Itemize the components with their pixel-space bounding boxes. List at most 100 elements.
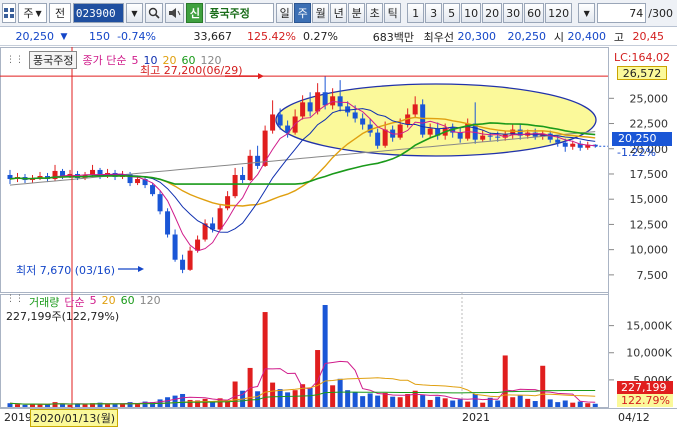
volume-ma-120[interactable]: 120 (140, 294, 161, 310)
turnover-rate: 0.27% (303, 30, 338, 43)
interval-3[interactable]: 3 (425, 3, 443, 23)
volume-bar (472, 393, 478, 407)
low-annotation: 최저 7,670 (03/16) (16, 264, 116, 277)
period-tab-label: 년 (333, 7, 344, 20)
period-tab-label: 분 (351, 7, 362, 20)
last-price-box: 20,250 (612, 132, 672, 146)
volume-last-box: 227,199 (617, 381, 673, 394)
volume-bar (307, 388, 313, 407)
interval-10[interactable]: 10 (461, 3, 482, 23)
last-change-label: -1.22% (617, 146, 656, 159)
volume-bar (480, 402, 486, 407)
volume-bar (562, 400, 568, 407)
volume-bar (465, 401, 471, 407)
high-price: 20,45 (632, 30, 665, 43)
volume-bar (120, 404, 126, 407)
stock-chart[interactable]: 25,00022,50020,00017,50015,00012,50010,0… (0, 47, 677, 426)
volume-bar (435, 396, 441, 407)
best-ask-label: 최우선 (423, 30, 454, 44)
candle-body (157, 194, 163, 212)
period-tab-tick[interactable]: 틱 (384, 3, 402, 23)
volume-bar (37, 404, 43, 407)
period-tab-week[interactable]: 주 (294, 3, 312, 23)
interval-label: 10 (464, 6, 479, 20)
high-annotation: 최고 27,200(06/29) (140, 64, 243, 77)
price-axis-label: 12,500 (630, 218, 669, 231)
candle-body (135, 179, 141, 184)
sound-button[interactable] (164, 3, 185, 23)
legend-stock-name[interactable]: 풍국주정 (29, 51, 78, 69)
candle-body (187, 250, 193, 270)
period-tab-label: 일 (279, 7, 290, 20)
candle-body (150, 185, 156, 195)
market-select[interactable]: 주 ▼ (17, 3, 48, 23)
new-tag-badge[interactable]: 신 (186, 3, 204, 23)
volume-bar (570, 402, 576, 407)
interval-120[interactable]: 120 (545, 3, 573, 23)
interval-60[interactable]: 60 (524, 3, 545, 23)
candle-body (562, 142, 568, 147)
volume-bar (427, 399, 433, 407)
settings-dots-icon[interactable]: ⋮⋮ (6, 55, 24, 65)
stock-code-value: 023900 (75, 6, 116, 20)
volume-bar (322, 305, 328, 407)
search-button[interactable] (144, 3, 163, 23)
interval-label: 120 (548, 6, 570, 20)
volume-bar (105, 404, 111, 407)
volume-ma-60[interactable]: 60 (121, 294, 135, 310)
high-label: 고 (613, 30, 624, 44)
candle-body (322, 92, 328, 106)
lc-label: LC:164,02 (614, 51, 671, 64)
x-year-start: 2019 (4, 411, 32, 424)
volume-bar (420, 395, 426, 407)
period-tab-label: 주 (297, 7, 308, 20)
x-axis: 2019 2020/01/13(월) 2021 (0, 408, 612, 427)
volume-bar (382, 392, 388, 407)
interval-1[interactable]: 1 (407, 3, 425, 23)
period-tab-day[interactable]: 일 (276, 3, 294, 23)
candle-body (495, 136, 501, 138)
volume-bar (540, 365, 546, 407)
chevron-down-icon: ▼ (583, 8, 590, 18)
stock-name: 풍국주정 (209, 7, 250, 20)
candle-body (255, 155, 261, 166)
chevron-down-icon: ▼ (35, 8, 42, 18)
period-tab-year[interactable]: 년 (330, 3, 348, 23)
volume-bar (405, 393, 411, 407)
open-price: 20,400 (567, 30, 607, 43)
volume-bar (180, 393, 186, 407)
period-tab-label: 월 (315, 7, 326, 20)
interval-20[interactable]: 20 (482, 3, 503, 23)
period-tab-month[interactable]: 월 (312, 3, 330, 23)
volume-bar (502, 355, 508, 407)
code-dropdown-button[interactable]: ▼ (125, 3, 143, 23)
down-arrow-icon: ▼ (60, 31, 68, 42)
stock-code-input[interactable]: 023900 (72, 3, 124, 23)
volume-bar (585, 403, 591, 407)
mode-select[interactable]: 전 (49, 3, 71, 23)
zoom-count-input[interactable]: 74 (597, 3, 647, 23)
period-tab-minute[interactable]: 분 (348, 3, 366, 23)
volume-bar (360, 396, 366, 407)
new-tag-label: 신 (189, 7, 200, 20)
interval-label: 60 (527, 6, 542, 20)
volume-bar (292, 390, 298, 407)
legend-close-label: 종가 단순 (82, 54, 127, 67)
current-price: 20,250 (15, 30, 55, 43)
candle-body (382, 129, 388, 146)
candle-body (270, 114, 276, 131)
interval-label: 5 (448, 6, 456, 20)
candle-body (315, 92, 321, 112)
candle-body (217, 208, 223, 230)
legend-ma-5[interactable]: 5 (131, 54, 138, 67)
candle-body (360, 118, 366, 125)
interval-label: 20 (485, 6, 500, 20)
speaker-icon (168, 8, 181, 18)
interval-dropdown-button[interactable]: ▼ (578, 3, 596, 23)
price-axis-label: 10,000 (630, 244, 669, 257)
interval-30[interactable]: 30 (503, 3, 524, 23)
grid-menu-icon[interactable] (2, 3, 16, 23)
period-tab-second[interactable]: 초 (366, 3, 384, 23)
interval-5[interactable]: 5 (443, 3, 461, 23)
volume-bar (547, 399, 553, 407)
